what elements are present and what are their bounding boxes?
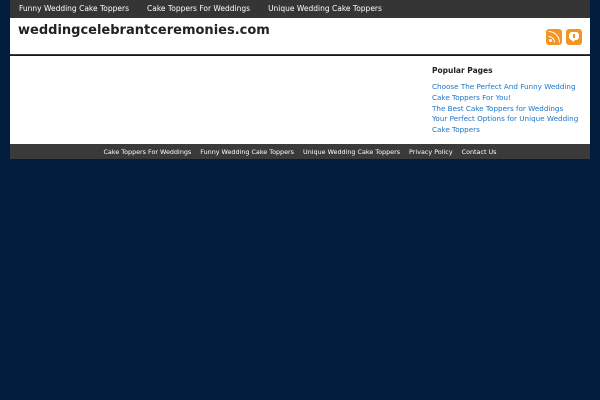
- sidebar-link-best-toppers[interactable]: The Best Cake Toppers for Weddings: [432, 104, 582, 115]
- sidebar-title: Popular Pages: [432, 66, 493, 75]
- social-icons: [546, 29, 582, 45]
- footer-link-funny-toppers[interactable]: Funny Wedding Cake Toppers: [196, 148, 299, 156]
- footer-link-privacy-policy[interactable]: Privacy Policy: [405, 148, 458, 156]
- topnav-link-cake-toppers[interactable]: Cake Toppers For Weddings: [138, 0, 259, 18]
- topnav-link-funny-toppers[interactable]: Funny Wedding Cake Toppers: [10, 0, 138, 18]
- topnav-link-unique-toppers[interactable]: Unique Wedding Cake Toppers: [259, 0, 391, 18]
- comment-icon[interactable]: [566, 29, 582, 45]
- popular-pages-sidebar: Popular Pages Choose The Perfect And Fun…: [432, 66, 582, 136]
- main-content: Popular Pages Choose The Perfect And Fun…: [10, 56, 590, 144]
- footer-link-unique-toppers[interactable]: Unique Wedding Cake Toppers: [299, 148, 405, 156]
- site-header: weddingcelebrantceremonies.com: [10, 18, 590, 55]
- site-title[interactable]: weddingcelebrantceremonies.com: [18, 23, 270, 38]
- rss-icon[interactable]: [546, 29, 562, 45]
- footer-link-cake-toppers[interactable]: Cake Toppers For Weddings: [99, 148, 196, 156]
- footer-navigation: Cake Toppers For Weddings Funny Wedding …: [10, 144, 590, 159]
- footer-link-contact-us[interactable]: Contact Us: [457, 148, 501, 156]
- sidebar-link-unique-toppers[interactable]: Your Perfect Options for Unique Wedding …: [432, 114, 582, 136]
- sidebar-link-perfect-funny-toppers[interactable]: Choose The Perfect And Funny Wedding Cak…: [432, 82, 582, 104]
- top-navigation: Funny Wedding Cake Toppers Cake Toppers …: [10, 0, 590, 18]
